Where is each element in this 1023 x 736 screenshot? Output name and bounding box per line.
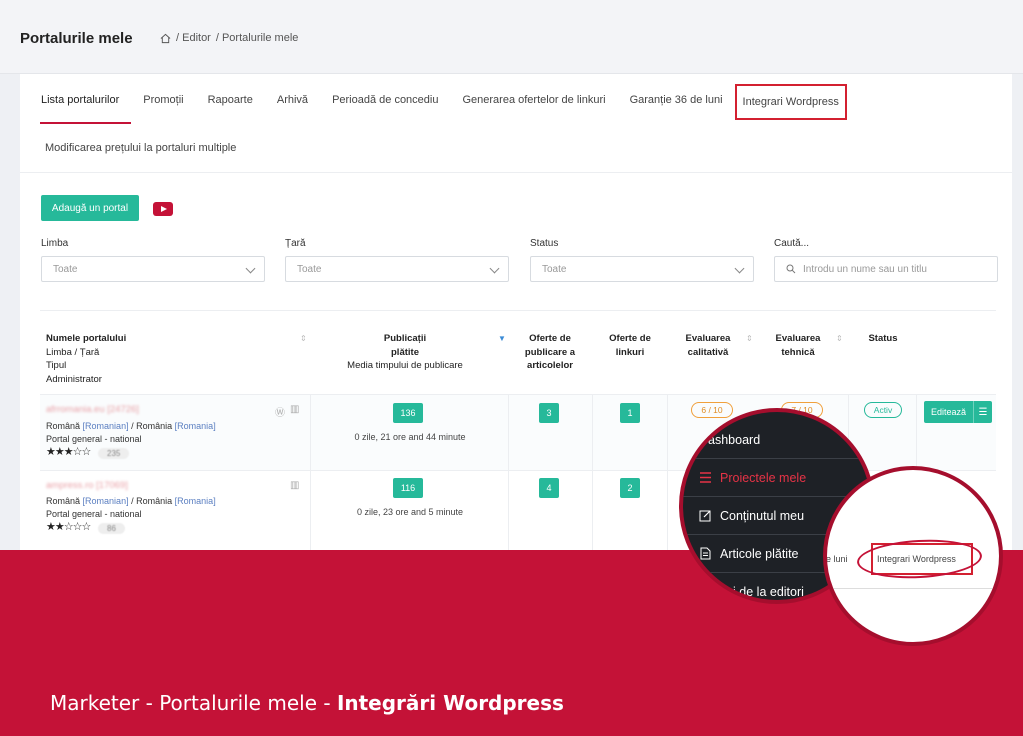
edit-button-label: Editează	[930, 407, 967, 417]
portal-name-link[interactable]: ampress.ro [17069]	[46, 480, 128, 491]
youtube-icon[interactable]	[153, 202, 173, 216]
th-technical[interactable]: Evaluarea tehnică	[760, 332, 836, 359]
chevron-down-icon	[734, 263, 745, 274]
edit-button[interactable]: Editează ☰	[924, 401, 992, 423]
cell-divider	[916, 395, 917, 470]
sort-icon[interactable]: ⇕	[300, 334, 307, 343]
cell-divider	[592, 471, 593, 550]
tab-promotions[interactable]: Promoții	[131, 92, 195, 124]
th-status: Status	[868, 333, 898, 344]
tab-bar: Lista portalurilor Promoții Rapoarte Arh…	[40, 84, 847, 124]
filter-status-label: Status	[530, 238, 559, 249]
star-rating: ★★☆☆☆	[46, 521, 91, 533]
portal-name-link[interactable]: afrromania.eu [24726]	[46, 404, 139, 415]
breadcrumb-current: / Portalurile mele	[215, 32, 299, 44]
avg-publish-time: 0 zile, 21 ore and 44 minute	[354, 432, 466, 442]
th-portal-name[interactable]: Numele portalului Limba / Țară Tipul Adm…	[46, 332, 126, 386]
cell-divider	[592, 395, 593, 470]
menu-icon[interactable]: ☰	[973, 401, 992, 423]
filter-country-select[interactable]: Toate	[285, 256, 509, 282]
rating-count: 235	[98, 448, 130, 459]
tab-multi-price[interactable]: Modificarea prețului la portaluri multip…	[45, 142, 236, 154]
list-icon	[700, 472, 711, 483]
stats-icon[interactable]: ▥	[290, 404, 299, 415]
cell-divider	[667, 471, 668, 550]
portal-language-country: Română [Romanian] / România [Romania]	[46, 421, 216, 431]
filter-language-value: Toate	[53, 263, 78, 275]
wordpress-icon: Ⓦ	[275, 408, 285, 419]
filter-country-label: Țară	[285, 238, 306, 249]
stats-icon[interactable]: ▥	[290, 480, 299, 491]
tab-guarantee[interactable]: Garanție 36 de luni	[618, 92, 735, 124]
search-icon	[786, 264, 796, 274]
published-count-badge[interactable]: 136	[393, 403, 423, 423]
search-input[interactable]: Introdu un nume sau un titlu	[774, 256, 998, 282]
edit-icon	[699, 510, 711, 522]
link-offers-badge[interactable]: 2	[620, 478, 640, 498]
filter-country-value: Toate	[297, 263, 322, 275]
quality-rating-badge: 6 / 10	[691, 402, 733, 418]
add-portal-button[interactable]: Adaugă un portal	[41, 195, 139, 221]
avg-publish-time: 0 zile, 23 ore and 5 minute	[356, 507, 464, 517]
sort-desc-icon[interactable]: ▼	[498, 334, 506, 343]
link-offers-badge[interactable]: 1	[620, 403, 640, 423]
search-label: Caută...	[774, 238, 810, 249]
menu-item-projects[interactable]: Proiectele mele	[683, 459, 871, 497]
tab-wordpress-integrations[interactable]: Integrari Wordpress	[734, 84, 847, 120]
th-quality[interactable]: Evaluarea calitativă	[670, 332, 746, 359]
page-title: Portalurile mele	[20, 30, 133, 47]
chevron-down-icon	[489, 263, 500, 274]
filter-language-select[interactable]: Toate	[41, 256, 265, 282]
published-count-badge[interactable]: 116	[393, 478, 423, 498]
breadcrumb-editor[interactable]: / Editor	[176, 32, 211, 44]
tab-vacation[interactable]: Perioadă de concediu	[320, 92, 450, 124]
article-offers-badge[interactable]: 3	[539, 403, 559, 423]
rating-count: 86	[98, 523, 125, 534]
article-offers-badge[interactable]: 4	[539, 478, 559, 498]
search-placeholder: Introdu un nume sau un titlu	[803, 263, 927, 275]
th-article-offers: Oferte de publicare a articolelor	[524, 333, 576, 371]
filter-status-select[interactable]: Toate	[530, 256, 754, 282]
menu-item-dashboard[interactable]: Dashboard	[683, 421, 871, 459]
tab-link-offers[interactable]: Generarea ofertelor de linkuri	[450, 92, 617, 124]
status-badge: Activ	[864, 402, 902, 418]
star-rating: ★★★☆☆	[46, 446, 91, 458]
home-icon[interactable]	[160, 33, 171, 44]
zoom-wordpress-tab: de luni Integrari Wordpress	[823, 466, 1003, 646]
caption: Marketer - Portalurile mele - Integrări …	[50, 691, 564, 715]
tab-reports[interactable]: Rapoarte	[196, 92, 265, 124]
top-bar: Portalurile mele / Editor / Portalurile …	[0, 0, 1023, 74]
zoom-tab-prev[interactable]: de luni	[827, 554, 848, 564]
filter-status-value: Toate	[542, 263, 567, 275]
portal-language-country: Română [Romanian] / România [Romania]	[46, 496, 216, 506]
tab-portal-list[interactable]: Lista portalurilor	[40, 92, 132, 124]
chevron-down-icon	[245, 263, 256, 274]
th-link-offers: Oferte de linkuri	[609, 333, 651, 358]
tab-archive[interactable]: Arhivă	[265, 92, 320, 124]
divider	[40, 310, 996, 311]
divider	[20, 172, 1012, 173]
divider	[827, 588, 999, 589]
th-published[interactable]: Publicații plătite Media timpului de pub…	[330, 332, 480, 373]
document-icon	[700, 547, 711, 560]
sort-icon[interactable]: ⇕	[836, 334, 843, 343]
cell-divider	[667, 395, 668, 470]
sort-icon[interactable]: ⇕	[746, 334, 753, 343]
breadcrumb: / Editor / Portalurile mele	[160, 32, 298, 44]
filter-language-label: Limba	[41, 238, 69, 249]
